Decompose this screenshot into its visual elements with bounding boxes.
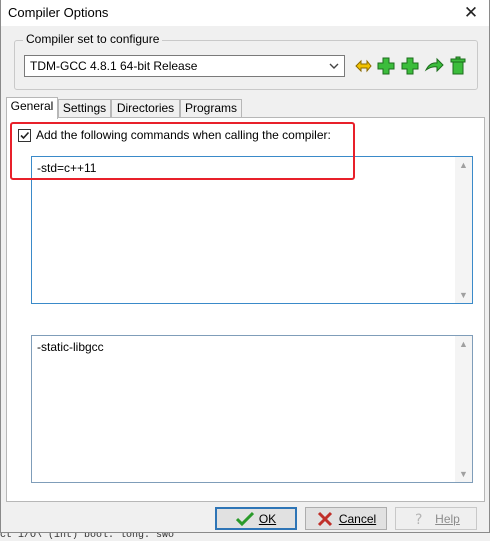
delete-set-icon: [448, 56, 468, 76]
compiler-set-group: Compiler set to configure TDM-GCC 4.8.1 …: [14, 32, 478, 90]
close-button[interactable]: ✕: [459, 2, 483, 24]
add-set-icon: [376, 56, 396, 76]
compiler-commands-label: Add the following commands when calling …: [36, 128, 331, 142]
compiler-commands-text: -std=c++11: [37, 161, 97, 175]
help-label: Help: [435, 511, 460, 526]
rename-set-icon: [353, 56, 373, 76]
compiler-set-value: TDM-GCC 4.8.1 64-bit Release: [30, 59, 198, 73]
checkmark-icon: [20, 131, 30, 140]
vertical-scrollbar[interactable]: ▲ ▼: [455, 157, 472, 303]
help-button[interactable]: ? Help: [395, 507, 477, 530]
chevron-down-icon: [328, 60, 340, 72]
tab-programs[interactable]: Programs: [180, 99, 242, 118]
vertical-scrollbar[interactable]: ▲ ▼: [455, 336, 472, 482]
find-set-icon: [424, 56, 444, 76]
cancel-button[interactable]: Cancel: [305, 507, 387, 530]
compiler-set-label: Compiler set to configure: [23, 32, 163, 46]
cancel-x-icon: [316, 511, 334, 527]
linker-commands-textarea[interactable]: -static-libgcc ▲ ▼: [31, 335, 473, 483]
compiler-options-dialog: Compiler Options ✕ Compiler set to confi…: [0, 0, 490, 533]
compiler-commands-checkbox[interactable]: [18, 129, 31, 142]
check-icon: [235, 511, 254, 527]
scroll-up-icon[interactable]: ▲: [455, 158, 472, 172]
tab-strip: General Settings Directories Programs: [6, 97, 486, 119]
help-icon: ?: [412, 511, 430, 527]
compiler-commands-textarea[interactable]: -std=c++11 ▲ ▼: [31, 156, 473, 304]
tab-directories[interactable]: Directories: [111, 99, 180, 118]
delete-set-button[interactable]: [448, 56, 468, 76]
compiler-set-select[interactable]: TDM-GCC 4.8.1 64-bit Release: [24, 55, 345, 77]
linker-commands-text: -static-libgcc: [37, 340, 104, 354]
tab-settings[interactable]: Settings: [58, 99, 111, 118]
ok-label: OK: [258, 511, 277, 526]
scroll-up-icon[interactable]: ▲: [455, 337, 472, 351]
general-tab-panel: Add the following commands when calling …: [6, 117, 485, 502]
add-default-set-button[interactable]: [400, 56, 420, 76]
tab-general[interactable]: General: [6, 97, 58, 119]
svg-text:?: ?: [415, 512, 422, 527]
add-folder-set-icon: [400, 56, 420, 76]
ok-button[interactable]: OK: [215, 507, 297, 530]
scroll-down-icon[interactable]: ▼: [455, 467, 472, 481]
find-set-button[interactable]: [424, 56, 444, 76]
cancel-label: Cancel: [338, 511, 377, 526]
add-set-button[interactable]: [376, 56, 396, 76]
window-title: Compiler Options: [8, 5, 109, 20]
titlebar: Compiler Options ✕: [1, 0, 489, 26]
scroll-down-icon[interactable]: ▼: [455, 288, 472, 302]
rename-set-button[interactable]: [353, 56, 373, 76]
